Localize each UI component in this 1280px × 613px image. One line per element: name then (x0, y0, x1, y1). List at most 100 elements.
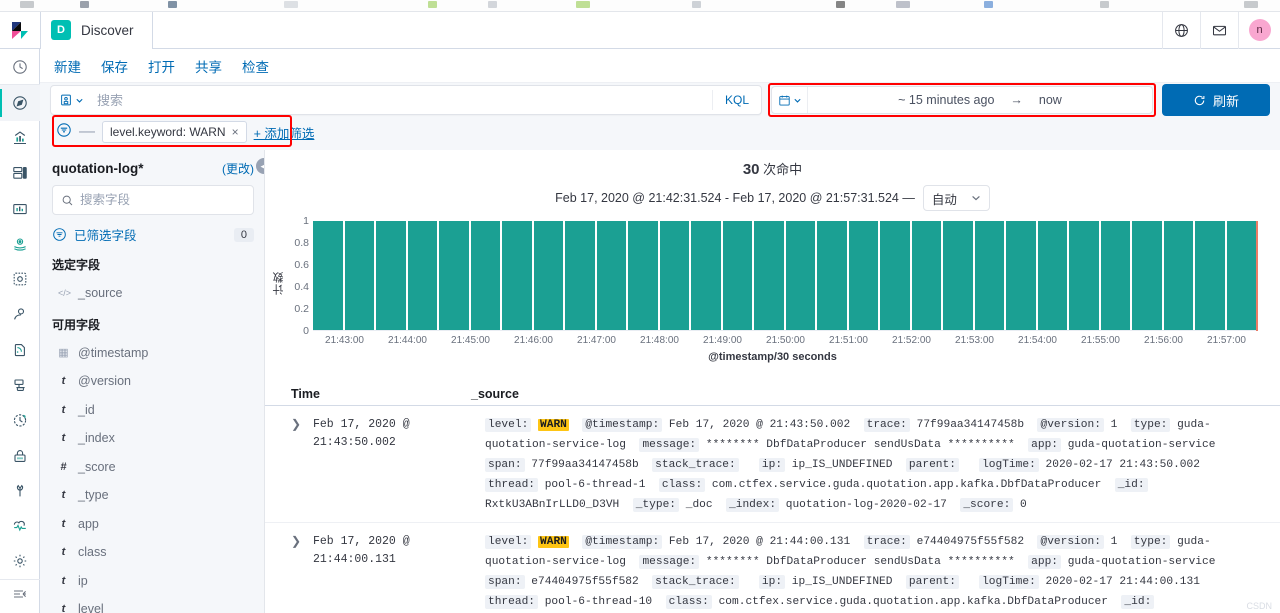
globe-icon[interactable] (1162, 11, 1200, 49)
sidebar-item-recently-viewed[interactable] (0, 49, 40, 84)
filtered-fields-row[interactable]: 已筛选字段 0 (52, 223, 254, 254)
table-row[interactable]: ❯ Feb 17, 2020 @ 21:44:00.131 level: WARN … (265, 523, 1280, 613)
field-item-_id[interactable]: t _id (52, 396, 254, 425)
field-item-_index[interactable]: t _index (52, 424, 254, 453)
histogram-bar[interactable] (376, 221, 406, 330)
histogram-bar[interactable] (1226, 221, 1256, 330)
sidebar-item-canvas[interactable] (0, 191, 40, 226)
bookmark-item[interactable] (836, 1, 845, 8)
bookmark-item[interactable] (428, 1, 437, 8)
calendar-icon[interactable] (772, 87, 808, 113)
table-row[interactable]: ❯ Feb 17, 2020 @ 21:43:50.002 level: WARN … (265, 406, 1280, 523)
histogram-bar[interactable] (407, 221, 437, 330)
histogram-bar[interactable] (502, 221, 532, 330)
histogram-bar[interactable] (943, 221, 973, 330)
collapse-nav-icon[interactable] (12, 586, 28, 607)
bookmark-item[interactable] (692, 1, 701, 8)
histogram-bar[interactable] (1195, 221, 1225, 330)
nav-share[interactable]: 共享 (195, 56, 222, 76)
sidebar-item-dev-tools[interactable] (0, 473, 40, 508)
query-language-switcher[interactable]: KQL (711, 90, 761, 110)
nav-new[interactable]: 新建 (54, 56, 81, 76)
sidebar-item-discover[interactable] (0, 85, 40, 121)
bookmark-item[interactable] (168, 1, 177, 8)
sidebar-item-logs[interactable] (0, 332, 40, 367)
histogram-bar[interactable] (659, 221, 689, 330)
change-index-pattern-link[interactable]: (更改) (222, 160, 254, 177)
field-item-_type[interactable]: t _type (52, 481, 254, 510)
sidebar-item-infrastructure[interactable] (0, 297, 40, 332)
nav-inspect[interactable]: 检查 (242, 56, 269, 76)
mail-icon[interactable] (1200, 11, 1238, 49)
sidebar-item-uptime[interactable] (0, 403, 40, 438)
histogram-bar[interactable] (439, 221, 469, 330)
filter-pill[interactable]: level.keyword: WARN × (102, 121, 247, 143)
histogram-bar[interactable] (596, 221, 626, 330)
field-item-@timestamp[interactable]: ▦ @timestamp (52, 339, 254, 368)
field-item-_source[interactable]: </> _source (52, 279, 254, 308)
sidebar-item-siem[interactable] (0, 438, 40, 473)
histogram-bar[interactable] (1163, 221, 1193, 330)
sidebar-item-monitoring[interactable] (0, 508, 40, 543)
histogram-bar[interactable] (785, 221, 815, 330)
column-header-source[interactable]: _source (471, 387, 519, 401)
field-search-input[interactable] (80, 193, 245, 207)
bookmark-item[interactable] (80, 1, 89, 8)
histogram-bar[interactable] (817, 221, 847, 330)
bookmark-item[interactable] (20, 1, 34, 8)
search-input[interactable] (91, 92, 712, 108)
histogram-bar[interactable] (880, 221, 910, 330)
refresh-button[interactable]: 刷新 (1162, 84, 1270, 116)
histogram-bar[interactable] (533, 221, 563, 330)
bookmark-item[interactable] (984, 1, 993, 8)
interval-select[interactable]: 自动 (922, 185, 990, 211)
histogram-bar[interactable] (974, 221, 1004, 330)
column-header-time[interactable]: Time (291, 387, 471, 401)
add-filter-button[interactable]: + 添加筛选 (254, 123, 315, 142)
bookmark-item[interactable] (1244, 1, 1258, 8)
index-pattern-name[interactable]: quotation-log* (52, 161, 143, 176)
histogram-bar[interactable] (313, 221, 343, 330)
saved-query-icon[interactable] (51, 86, 91, 114)
histogram-bar[interactable] (754, 221, 784, 330)
histogram-bar[interactable] (1100, 221, 1130, 330)
bookmark-item[interactable] (576, 1, 590, 8)
field-item-level[interactable]: t level (52, 595, 254, 613)
expand-row-icon[interactable]: ❯ (291, 533, 313, 613)
filter-icon[interactable] (56, 122, 72, 143)
nav-open[interactable]: 打开 (148, 56, 175, 76)
histogram-chart[interactable]: 计数 0 0.2 0.4 0.6 0.8 1 21:43:00 21:44:00 21:45:… (265, 215, 1280, 366)
histogram-bar[interactable] (691, 221, 721, 330)
bookmark-item[interactable] (284, 1, 298, 8)
chevron-left-icon[interactable]: ◀ (256, 158, 264, 174)
histogram-bar[interactable] (848, 221, 878, 330)
histogram-bar[interactable] (470, 221, 500, 330)
histogram-bar[interactable] (565, 221, 595, 330)
histogram-bar[interactable] (911, 221, 941, 330)
app-tab-discover[interactable]: D Discover (40, 11, 153, 49)
histogram-bar[interactable] (344, 221, 374, 330)
histogram-bar[interactable] (1132, 221, 1162, 330)
histogram-bar[interactable] (1037, 221, 1067, 330)
time-range-display[interactable]: ~ 15 minutes ago → now (808, 93, 1152, 107)
field-item-app[interactable]: t app (52, 510, 254, 539)
histogram-bar[interactable] (628, 221, 658, 330)
sidebar-item-machine-learning[interactable] (0, 262, 40, 297)
bookmark-item[interactable] (1100, 1, 1109, 8)
avatar[interactable]: n (1238, 11, 1280, 49)
histogram-bar[interactable] (1069, 221, 1099, 330)
nav-save[interactable]: 保存 (101, 56, 128, 76)
bookmark-item[interactable] (488, 1, 497, 8)
expand-row-icon[interactable]: ❯ (291, 416, 313, 516)
sidebar-item-management[interactable] (0, 544, 40, 579)
sidebar-item-apm[interactable] (0, 367, 40, 402)
field-item-_score[interactable]: # _score (52, 453, 254, 482)
sidebar-item-maps[interactable] (0, 226, 40, 261)
field-item-@version[interactable]: t @version (52, 367, 254, 396)
field-item-ip[interactable]: t ip (52, 567, 254, 596)
elastic-logo-icon[interactable] (0, 12, 40, 49)
bookmark-item[interactable] (896, 1, 910, 8)
super-date-picker[interactable]: ~ 15 minutes ago → now (771, 86, 1153, 114)
histogram-bar[interactable] (1006, 221, 1036, 330)
close-icon[interactable]: × (232, 125, 239, 139)
